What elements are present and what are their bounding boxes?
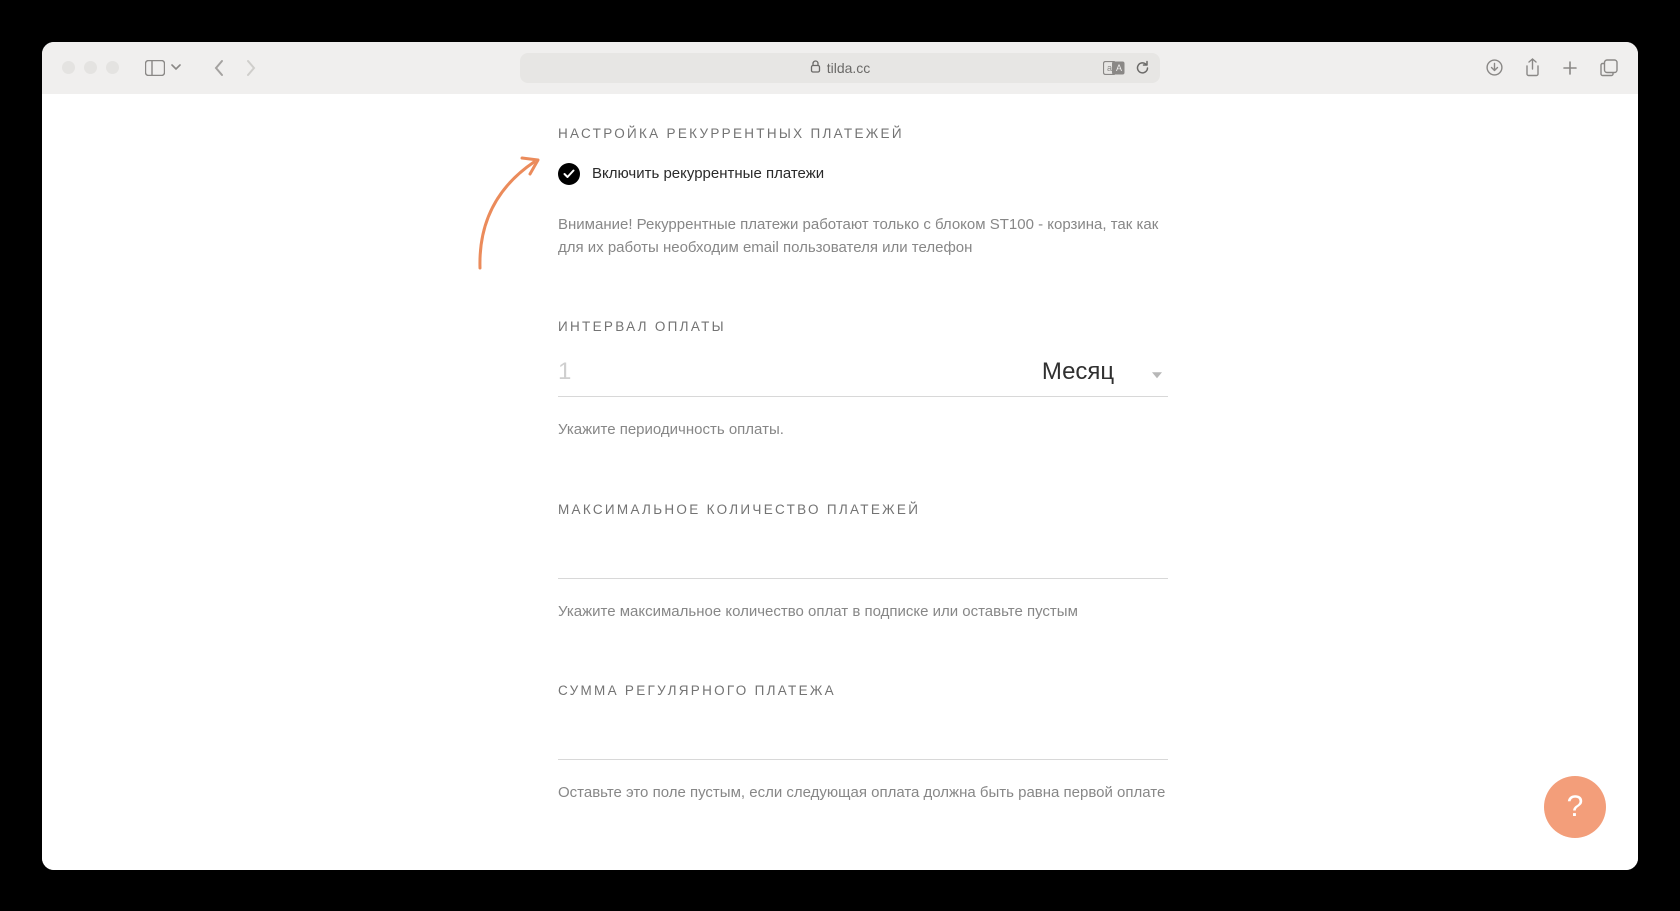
max-payments-input[interactable]	[558, 535, 1168, 579]
interval-value-input[interactable]	[558, 352, 988, 397]
svg-text:A: A	[1116, 63, 1122, 73]
settings-form: НАСТРОЙКА РЕКУРРЕНТНЫХ ПЛАТЕЖЕЙ Включить…	[558, 126, 1170, 865]
tabs-icon[interactable]	[1600, 58, 1618, 77]
minimize-window-button[interactable]	[84, 61, 97, 74]
regular-amount-hint: Оставьте это поле пустым, если следующая…	[558, 782, 1170, 805]
window-controls	[62, 61, 119, 74]
interval-unit-selected: Месяц	[1042, 358, 1114, 386]
reload-icon[interactable]	[1135, 60, 1150, 76]
chevron-down-icon[interactable]	[171, 64, 181, 71]
section-recurring-title: НАСТРОЙКА РЕКУРРЕНТНЫХ ПЛАТЕЖЕЙ	[558, 126, 1170, 141]
checkbox-checked-icon[interactable]	[558, 163, 580, 185]
url-host: tilda.cc	[827, 60, 871, 76]
maximize-window-button[interactable]	[106, 61, 119, 74]
max-payments-title: МАКСИМАЛЬНОЕ КОЛИЧЕСТВО ПЛАТЕЖЕЙ	[558, 502, 1170, 517]
enable-recurring-label: Включить рекуррентные платежи	[592, 165, 824, 182]
regular-amount-title: СУММА РЕГУЛЯРНОГО ПЛАТЕЖА	[558, 683, 1170, 698]
sidebar-toggle-icon[interactable]	[145, 60, 165, 76]
translate-icon[interactable]: aA	[1103, 61, 1125, 75]
new-tab-icon[interactable]	[1562, 58, 1578, 77]
max-payments-section: МАКСИМАЛЬНОЕ КОЛИЧЕСТВО ПЛАТЕЖЕЙ Укажите…	[558, 502, 1170, 624]
help-icon: ?	[1567, 790, 1584, 824]
interval-title: ИНТЕРВАЛ ОПЛАТЫ	[558, 319, 1170, 334]
close-window-button[interactable]	[62, 61, 75, 74]
browser-window: tilda.cc aA	[42, 42, 1638, 870]
share-icon[interactable]	[1525, 58, 1540, 77]
max-payments-hint: Укажите максимальное количество оплат в …	[558, 601, 1170, 624]
page-content: НАСТРОЙКА РЕКУРРЕНТНЫХ ПЛАТЕЖЕЙ Включить…	[42, 94, 1638, 870]
forward-button[interactable]	[245, 59, 257, 77]
enable-recurring-checkbox-row[interactable]: Включить рекуррентные платежи	[558, 163, 1170, 185]
recurring-warning-text: Внимание! Рекуррентные платежи работают …	[558, 213, 1170, 260]
interval-section: ИНТЕРВАЛ ОПЛАТЫ Месяц Укажите периодично…	[558, 319, 1170, 442]
svg-text:a: a	[1107, 63, 1112, 73]
help-button[interactable]: ?	[1544, 776, 1606, 838]
regular-amount-section: СУММА РЕГУЛЯРНОГО ПЛАТЕЖА Оставьте это п…	[558, 683, 1170, 805]
browser-toolbar: tilda.cc aA	[42, 42, 1638, 94]
annotation-arrow-icon	[472, 150, 550, 270]
chevron-down-icon	[1152, 372, 1162, 378]
regular-amount-input[interactable]	[558, 716, 1168, 760]
address-bar[interactable]: tilda.cc aA	[520, 53, 1160, 83]
lock-icon	[810, 60, 821, 76]
downloads-icon[interactable]	[1486, 58, 1503, 77]
interval-hint: Укажите периодичность оплаты.	[558, 419, 1170, 442]
interval-unit-select[interactable]: Месяц	[988, 352, 1168, 397]
back-button[interactable]	[213, 59, 225, 77]
